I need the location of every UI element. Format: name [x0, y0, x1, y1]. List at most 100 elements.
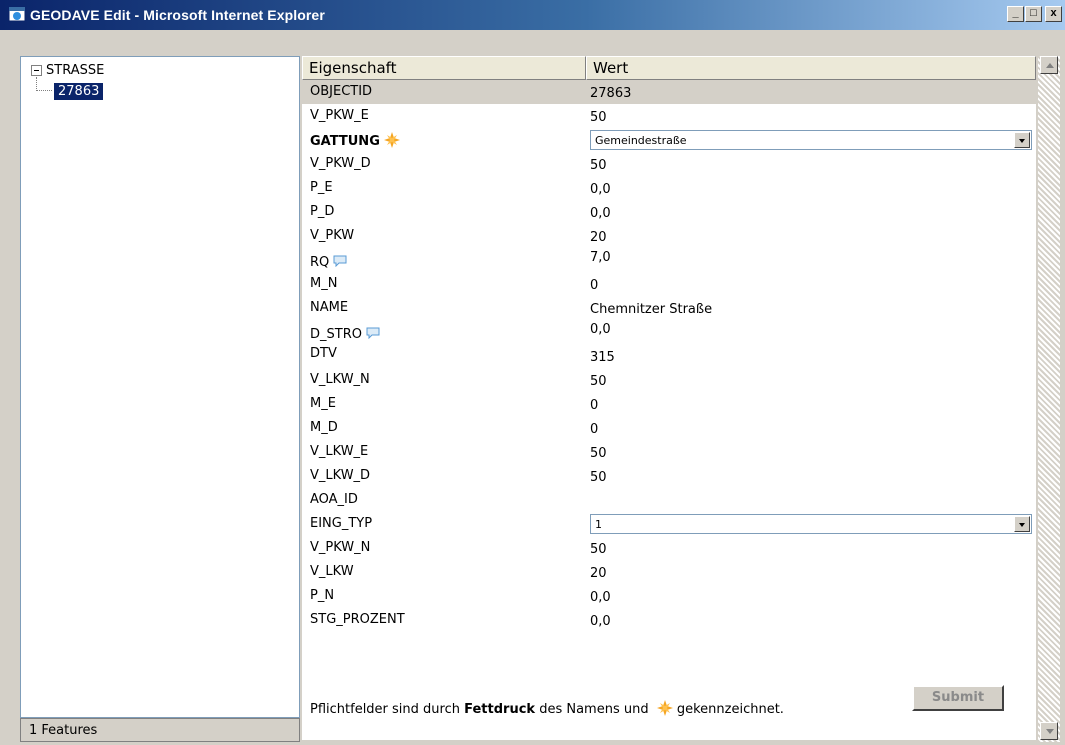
table-row-d-stro[interactable]: D_STRO 0,0: [302, 320, 1036, 344]
property-name: OBJECTID: [310, 84, 373, 99]
property-value: 0: [590, 422, 599, 437]
tree-node-strasse[interactable]: STRASSE: [31, 63, 104, 78]
note-bold-text: Fettdruck: [464, 702, 536, 717]
feature-tree: STRASSE 27863: [20, 56, 300, 718]
eing-typ-selected-value: 1: [595, 518, 602, 531]
property-name: V_LKW_N: [310, 372, 370, 387]
window-title: GEODAVE Edit - Microsoft Internet Explor…: [30, 7, 325, 23]
scroll-up-button[interactable]: [1040, 56, 1058, 74]
tree-connector: [36, 77, 37, 91]
table-row-rq[interactable]: RQ 7,0: [302, 248, 1036, 272]
scroll-down-button[interactable]: [1040, 722, 1058, 740]
gattung-select[interactable]: Gemeindestraße: [590, 130, 1032, 150]
table-row[interactable]: V_PKW_E 50: [302, 104, 1036, 128]
table-row[interactable]: V_LKW_N 50: [302, 368, 1036, 392]
table-row[interactable]: NAME Chemnitzer Straße: [302, 296, 1036, 320]
eing-typ-select[interactable]: 1: [590, 514, 1032, 534]
table-row-objectid[interactable]: OBJECTID 27863: [302, 80, 1036, 104]
property-value: 50: [590, 542, 607, 557]
table-row[interactable]: V_LKW_D 50: [302, 464, 1036, 488]
table-row[interactable]: M_N 0: [302, 272, 1036, 296]
collapse-icon[interactable]: [31, 65, 42, 76]
property-value: 20: [590, 230, 607, 245]
title-bar: GEODAVE Edit - Microsoft Internet Explor…: [0, 0, 1065, 30]
property-value: 0: [590, 278, 599, 293]
property-value: 50: [590, 446, 607, 461]
property-value: 27863: [590, 86, 632, 101]
property-name: V_LKW_E: [310, 444, 369, 459]
property-name: V_PKW_E: [310, 108, 369, 123]
vertical-scrollbar[interactable]: [1038, 56, 1060, 742]
dropdown-arrow-icon[interactable]: [1014, 516, 1030, 532]
property-name: V_PKW_D: [310, 156, 371, 171]
table-row[interactable]: V_PKW_D 50: [302, 152, 1036, 176]
property-value: 50: [590, 374, 607, 389]
property-name: P_D: [310, 204, 335, 219]
property-value: 0: [590, 398, 599, 413]
comment-bubble-icon[interactable]: [366, 327, 380, 339]
property-value: 7,0: [590, 250, 611, 265]
property-value: 0,0: [590, 590, 611, 605]
property-name: M_N: [310, 276, 338, 291]
property-name: EING_TYP: [310, 516, 373, 531]
property-name: D_STRO: [310, 327, 362, 342]
required-fields-note: Pflichtfelder sind durch Fettdruck des N…: [310, 700, 784, 717]
property-name: M_E: [310, 396, 336, 411]
tree-node-label: STRASSE: [46, 63, 105, 78]
property-value: 315: [590, 350, 615, 365]
close-button[interactable]: x: [1045, 6, 1062, 22]
property-name: GATTUNG: [310, 134, 380, 149]
table-row[interactable]: V_PKW_N 50: [302, 536, 1036, 560]
property-value: 0,0: [590, 206, 611, 221]
comment-bubble-icon[interactable]: [333, 255, 347, 267]
table-row-gattung: GATTUNG Gemeindestraße: [302, 128, 1036, 152]
column-header-value[interactable]: Wert: [586, 56, 1036, 80]
property-value: 0,0: [590, 322, 611, 337]
property-value: 0,0: [590, 614, 611, 629]
table-row-eing-typ: EING_TYP 1: [302, 512, 1036, 536]
gattung-selected-value: Gemeindestraße: [595, 134, 687, 147]
tree-node-27863[interactable]: 27863: [54, 83, 104, 100]
property-name: M_D: [310, 420, 338, 435]
tree-connector: [36, 90, 52, 91]
table-row[interactable]: AOA_ID: [302, 488, 1036, 512]
note-text: gekennzeichnet.: [672, 702, 784, 717]
property-name: NAME: [310, 300, 349, 315]
feature-count-status: 1 Features: [20, 718, 300, 742]
property-name: STG_PROZENT: [310, 612, 405, 627]
table-row[interactable]: P_E 0,0: [302, 176, 1036, 200]
table-row[interactable]: P_D 0,0: [302, 200, 1036, 224]
column-header-property[interactable]: Eigenschaft: [302, 56, 586, 80]
table-row[interactable]: STG_PROZENT 0,0: [302, 608, 1036, 632]
property-name: V_LKW_D: [310, 468, 371, 483]
property-name: V_PKW_N: [310, 540, 371, 555]
note-text: Pflichtfelder sind durch: [310, 702, 465, 717]
dropdown-arrow-icon[interactable]: [1014, 132, 1030, 148]
property-value: 50: [590, 110, 607, 125]
table-row[interactable]: V_LKW 20: [302, 560, 1036, 584]
property-value: 50: [590, 158, 607, 173]
table-row[interactable]: M_D 0: [302, 416, 1036, 440]
note-text: des Namens und: [535, 702, 653, 717]
property-name: AOA_ID: [310, 492, 358, 507]
submit-button[interactable]: Submit: [912, 685, 1004, 711]
property-name: RQ: [310, 255, 330, 270]
property-name: DTV: [310, 346, 337, 361]
property-name-cell: D_STRO: [310, 327, 380, 342]
maximize-button[interactable]: □: [1025, 6, 1042, 22]
table-row[interactable]: DTV 315: [302, 344, 1036, 368]
ie-window-icon: [8, 6, 26, 22]
property-value: 20: [590, 566, 607, 581]
property-table: Eigenschaft Wert OBJECTID 27863 V_PKW_E …: [302, 56, 1036, 740]
minimize-button[interactable]: _: [1007, 6, 1024, 22]
property-name: P_N: [310, 588, 335, 603]
property-value: 50: [590, 470, 607, 485]
property-value: Chemnitzer Straße: [590, 302, 713, 317]
property-name-cell: GATTUNG: [310, 132, 400, 149]
table-row[interactable]: V_PKW 20: [302, 224, 1036, 248]
required-star-icon: [383, 132, 400, 148]
table-row[interactable]: M_E 0: [302, 392, 1036, 416]
table-row[interactable]: P_N 0,0: [302, 584, 1036, 608]
property-name: V_LKW: [310, 564, 354, 579]
table-row[interactable]: V_LKW_E 50: [302, 440, 1036, 464]
